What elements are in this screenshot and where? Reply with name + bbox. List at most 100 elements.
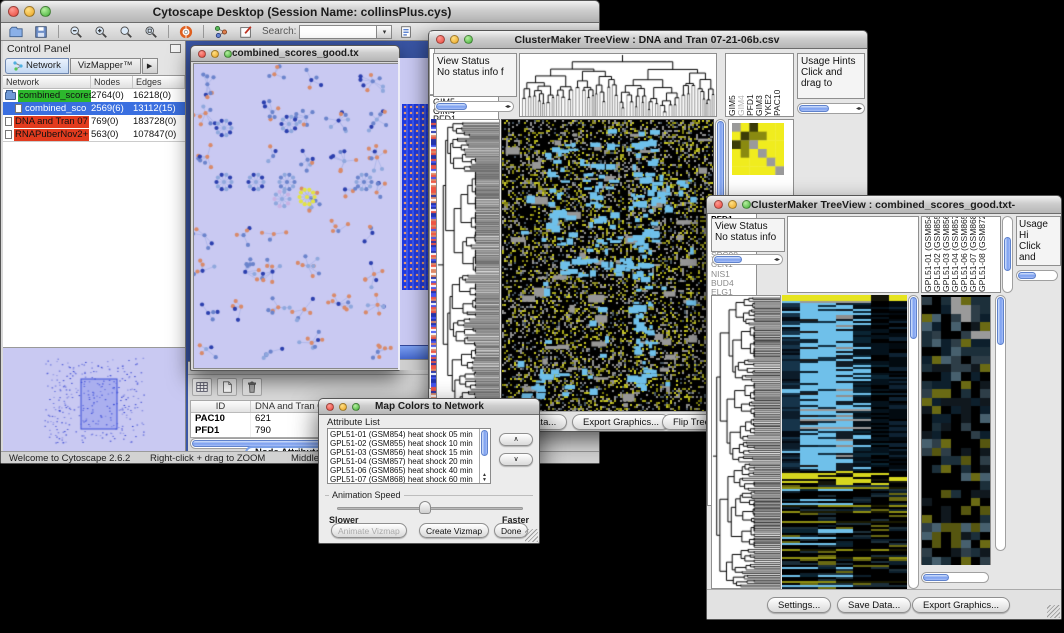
tabs-overflow-button[interactable]: ▶ xyxy=(142,58,158,74)
create-vizmap-button[interactable]: Create Vizmap xyxy=(419,523,489,538)
column-labels-vscrollbar[interactable] xyxy=(1002,216,1013,293)
combined-heatmap-canvas[interactable] xyxy=(782,295,907,589)
view-status-scrollbar[interactable]: ◂▸ xyxy=(434,101,514,112)
open-session-button[interactable] xyxy=(5,24,27,40)
scrollbar-thumb[interactable] xyxy=(1004,237,1011,271)
dna-heatmap-canvas[interactable] xyxy=(502,120,713,412)
scrollbar-thumb[interactable] xyxy=(1018,272,1036,279)
resize-grip[interactable] xyxy=(1047,605,1060,618)
column-label[interactable]: PFD1 xyxy=(746,54,755,116)
zoom-window-button[interactable] xyxy=(464,35,473,44)
correlation-heatmap-canvas[interactable] xyxy=(732,123,784,175)
network-view-button[interactable] xyxy=(210,24,232,40)
attribute-listbox[interactable]: GPL51-01 (GSM854) heat shock 05 minGPL51… xyxy=(327,428,491,484)
heatmap-vscrollbar[interactable] xyxy=(908,295,919,589)
annotation-button[interactable] xyxy=(235,24,257,40)
scrollbar-thumb[interactable] xyxy=(481,430,488,456)
create-attribute-button[interactable] xyxy=(217,378,237,396)
attribute-list-item[interactable]: GPL51-02 (GSM855) heat shock 10 min xyxy=(330,439,478,448)
minimize-button[interactable] xyxy=(339,403,347,411)
attribute-list-item[interactable]: GPL51-03 (GSM856) heat shock 15 min xyxy=(330,448,478,457)
attribute-list-item[interactable]: GPL51-06 (GSM865) heat shock 40 min xyxy=(330,466,478,475)
done-button[interactable]: Done xyxy=(494,523,528,538)
delete-attribute-button[interactable] xyxy=(242,378,262,396)
main-titlebar[interactable]: Cytoscape Desktop (Session Name: collins… xyxy=(1,1,599,23)
row-dendrogram-panel[interactable] xyxy=(436,119,500,413)
listbox-vscrollbar[interactable]: ▲▼ xyxy=(479,429,490,483)
column-dendrogram-panel[interactable] xyxy=(519,53,717,117)
network-list-row[interactable]: RNAPuberNov2+ 563(0) 107847(0) xyxy=(3,128,185,141)
zoom-selected-button[interactable] xyxy=(140,24,162,40)
scrollbar-thumb[interactable] xyxy=(997,297,1004,345)
gene-list-vscrollbar[interactable] xyxy=(995,295,1006,551)
col-header-nodes[interactable]: Nodes xyxy=(91,76,133,88)
network-list-row[interactable]: combined_scores 2764(0) 16218(0) xyxy=(3,89,185,102)
scrollbar-thumb[interactable] xyxy=(799,105,829,112)
treeview-combined-titlebar[interactable]: ClusterMaker TreeView : combined_scores_… xyxy=(707,196,1061,214)
zoom-window-button[interactable] xyxy=(224,50,232,58)
column-label[interactable]: YKE2 xyxy=(764,54,773,116)
column-label[interactable]: GPL51-02 (GSM855 xyxy=(933,217,942,292)
background-hscrollbar[interactable] xyxy=(400,345,430,359)
treeview-dna-titlebar[interactable]: ClusterMaker TreeView : DNA and Tran 07-… xyxy=(429,31,867,49)
export-graphics-button[interactable]: Export Graphics... xyxy=(572,414,670,430)
network-overview-panel[interactable] xyxy=(3,347,185,453)
scrollbar-thumb[interactable] xyxy=(436,103,467,110)
column-label[interactable]: GPL51-06 (GSM865 xyxy=(960,217,969,292)
dialog-titlebar[interactable]: Map Colors to Network xyxy=(319,399,539,415)
tab-vizmapper[interactable]: VizMapper™ xyxy=(70,58,141,74)
attr-col-id[interactable]: ID xyxy=(191,401,251,412)
export-graphics-button[interactable]: Export Graphics... xyxy=(912,597,1010,613)
float-panel-icon[interactable] xyxy=(170,44,181,53)
column-label[interactable]: PAC10 xyxy=(773,54,782,116)
search-input[interactable] xyxy=(299,25,377,39)
attribute-list-item[interactable]: GPL51-04 (GSM857) heat shock 20 min xyxy=(330,457,478,466)
select-attributes-button[interactable] xyxy=(192,378,212,396)
column-label[interactable]: GIM3 xyxy=(755,54,764,116)
animate-vizmap-button[interactable]: Animate Vizmap xyxy=(331,523,407,538)
minimize-button[interactable] xyxy=(24,6,35,17)
close-button[interactable] xyxy=(326,403,334,411)
heatmap-panel[interactable] xyxy=(501,119,714,413)
close-button[interactable] xyxy=(8,6,19,17)
zoom-window-button[interactable] xyxy=(352,403,360,411)
close-button[interactable] xyxy=(714,200,723,209)
column-label[interactable]: GIM4 xyxy=(737,54,746,116)
heatmap-panel[interactable] xyxy=(782,295,907,589)
row-dendrogram-panel[interactable] xyxy=(711,295,781,589)
resize-grip[interactable] xyxy=(525,529,538,542)
zoom-window-button[interactable] xyxy=(40,6,51,17)
network-view-titlebar[interactable]: combined_scores_good.txt--cluste... xyxy=(191,46,399,62)
scrollbar-thumb[interactable] xyxy=(714,256,742,263)
network-overview-canvas[interactable] xyxy=(19,353,167,447)
attribute-browser-button[interactable] xyxy=(395,24,417,40)
zoom-window-button[interactable] xyxy=(742,200,751,209)
animation-speed-slider[interactable] xyxy=(419,501,431,514)
dense-network-grid[interactable] xyxy=(402,104,429,290)
column-label[interactable]: GPL51-03 (GSM856 xyxy=(942,217,951,292)
column-label[interactable]: GPL51-07 (GSM868 xyxy=(969,217,978,292)
usage-hints-scrollbar[interactable]: ◂▸ xyxy=(797,103,865,114)
save-data-button[interactable]: Save Data... xyxy=(837,597,911,613)
help-button[interactable] xyxy=(175,24,197,40)
minimize-button[interactable] xyxy=(450,35,459,44)
column-label[interactable]: GIM5 xyxy=(728,54,737,116)
minimize-button[interactable] xyxy=(211,50,219,58)
row-dendrogram-canvas[interactable] xyxy=(712,296,780,588)
network-list-row[interactable]: DNA and Tran 07 769(0) 183728(0) xyxy=(3,115,185,128)
attribute-list-item[interactable]: GPL51-07 (GSM868) heat shock 60 min xyxy=(330,475,478,484)
usage-hints-scrollbar[interactable] xyxy=(1016,270,1058,281)
minimize-button[interactable] xyxy=(728,200,737,209)
zoom-fit-button[interactable] xyxy=(115,24,137,40)
close-button[interactable] xyxy=(436,35,445,44)
move-up-button[interactable]: ∧ xyxy=(499,433,533,446)
move-down-button[interactable]: ∨ xyxy=(499,453,533,466)
network-canvas[interactable] xyxy=(193,63,399,369)
col-header-network[interactable]: Network xyxy=(3,76,91,88)
tab-network[interactable]: Network xyxy=(5,58,69,74)
settings-button[interactable]: Settings... xyxy=(767,597,831,613)
attribute-list-item[interactable]: GPL51-01 (GSM854) heat shock 05 min xyxy=(330,430,478,439)
col-header-edges[interactable]: Edges xyxy=(133,76,185,88)
view-status-scrollbar[interactable]: ◂▸ xyxy=(712,254,783,265)
network-list-row[interactable]: combined_sco 2569(6) 13112(15) xyxy=(3,102,185,115)
